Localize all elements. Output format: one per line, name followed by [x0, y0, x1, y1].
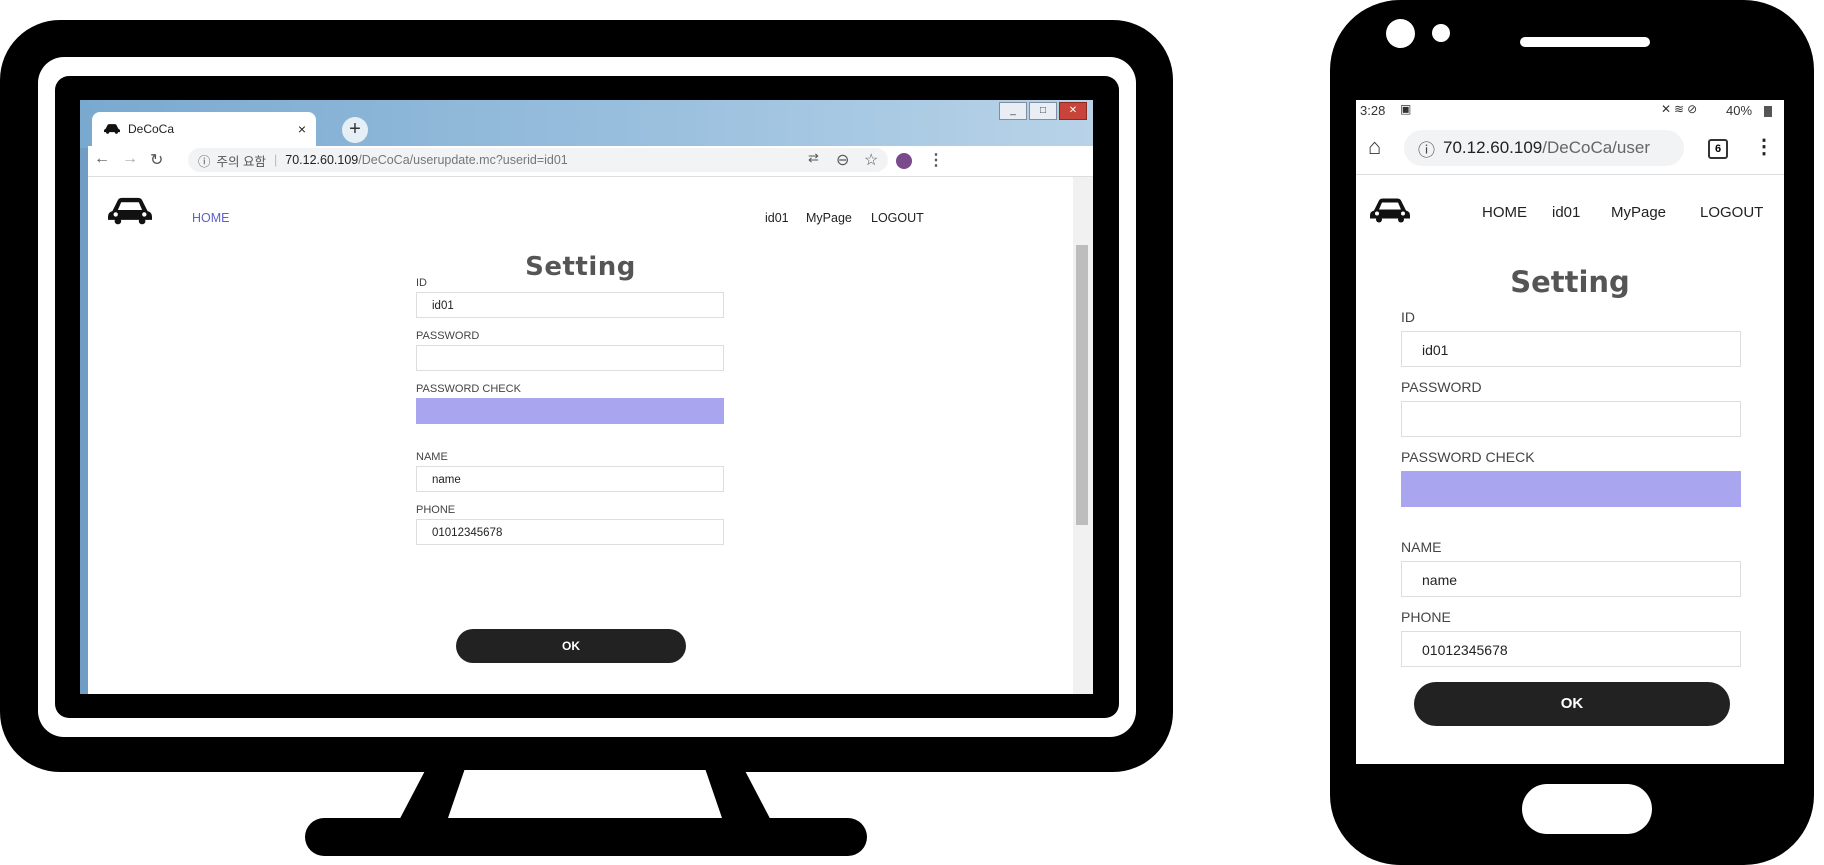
phone-input[interactable]: 01012345678	[1401, 631, 1741, 667]
star-icon[interactable]: ☆	[864, 150, 878, 170]
status-icons: ✕≋⊘	[1661, 102, 1701, 116]
phone-sensor	[1432, 24, 1450, 42]
nav-home-link[interactable]: HOME	[1482, 204, 1527, 221]
nav-mypage-link[interactable]: MyPage	[806, 211, 852, 225]
tab-title: DeCoCa	[128, 122, 175, 136]
omnibox-divider: |	[274, 153, 278, 167]
battery-level: 40%	[1726, 103, 1753, 118]
phone-speaker	[1520, 37, 1650, 47]
close-window-button[interactable]: ✕	[1059, 102, 1087, 120]
info-icon[interactable]: ⓘ	[1418, 136, 1435, 161]
nav-user-link[interactable]: id01	[765, 211, 789, 225]
info-icon[interactable]: ⓘ	[198, 151, 211, 170]
site-logo-car-icon[interactable]	[1370, 196, 1410, 228]
phone-input[interactable]: 01012345678	[416, 519, 724, 545]
url-path: /DeCoCa/userupdate.mc?userid=id01	[358, 153, 568, 167]
scrollbar-thumb[interactable]	[1076, 245, 1088, 525]
nav-user-link[interactable]: id01	[1552, 204, 1580, 221]
nav-mypage-link[interactable]: MyPage	[1611, 204, 1666, 221]
monitor-stand-base	[305, 818, 867, 856]
back-arrow-icon[interactable]: ←	[94, 150, 110, 168]
desktop-browser-window: _ □ ✕ DeCoCa × + ← → ↻ ⓘ 주의 요함 | 70.12.6…	[80, 100, 1093, 694]
security-warning: 주의 요함	[216, 154, 266, 169]
profile-avatar-icon[interactable]	[896, 153, 912, 169]
status-bar: 3:28 ▣ ✕≋⊘ 40%	[1356, 100, 1784, 124]
mobile-browser-screen: 3:28 ▣ ✕≋⊘ 40% ⌂ ⓘ 70.12.60.109/DeCoCa/u…	[1356, 100, 1784, 764]
battery-icon	[1764, 106, 1772, 117]
minimize-button[interactable]: _	[999, 102, 1027, 120]
password-check-input[interactable]	[416, 398, 724, 424]
mobile-url-path: /DeCoCa/user	[1542, 138, 1650, 157]
tab-close-icon[interactable]: ×	[298, 121, 306, 137]
menu-kebab-icon[interactable]: ⋮	[1754, 134, 1774, 159]
password-check-label: PASSWORD CHECK	[416, 383, 521, 395]
name-input[interactable]: name	[1401, 561, 1741, 597]
reload-icon[interactable]: ↻	[150, 150, 163, 170]
new-tab-button[interactable]: +	[342, 117, 368, 143]
ok-button[interactable]: OK	[456, 629, 686, 663]
menu-kebab-icon[interactable]: ⋮	[928, 150, 944, 170]
password-label: PASSWORD	[416, 330, 480, 342]
desktop-page: HOME id01 MyPage LOGOUT Setting ID id01 …	[88, 177, 1073, 694]
window-controls: _ □ ✕	[999, 102, 1087, 120]
id-input[interactable]: id01	[416, 292, 724, 318]
site-logo-car-icon[interactable]	[108, 195, 152, 230]
id-label: ID	[416, 277, 427, 289]
mobile-url-bar: ⌂ ⓘ 70.12.60.109/DeCoCa/user 6 ⋮	[1356, 124, 1784, 175]
id-input[interactable]: id01	[1401, 331, 1741, 367]
mobile-address-bar[interactable]: ⓘ 70.12.60.109/DeCoCa/user	[1404, 130, 1684, 166]
url-host: 70.12.60.109	[285, 153, 359, 167]
phone-label: PHONE	[416, 504, 456, 516]
password-input[interactable]	[416, 345, 724, 371]
nav-logout-link[interactable]: LOGOUT	[871, 211, 924, 225]
browser-tab[interactable]: DeCoCa ×	[92, 112, 316, 146]
image-notification-icon: ▣	[1400, 102, 1412, 116]
zoom-icon[interactable]: ⊖	[836, 150, 849, 170]
status-time: 3:28	[1360, 103, 1386, 118]
monitor-stand-gap	[448, 770, 722, 818]
maximize-button[interactable]: □	[1029, 102, 1057, 120]
phone-label: PHONE	[1401, 609, 1451, 625]
ok-button[interactable]: OK	[1414, 682, 1730, 726]
tab-switcher-button[interactable]: 6	[1708, 139, 1728, 159]
home-icon[interactable]: ⌂	[1368, 134, 1381, 160]
name-label: NAME	[416, 451, 448, 463]
mobile-url-host: 70.12.60.109	[1443, 138, 1543, 157]
password-input[interactable]	[1401, 401, 1741, 437]
nav-logout-link[interactable]: LOGOUT	[1700, 204, 1763, 221]
password-check-input[interactable]	[1401, 471, 1741, 507]
address-bar[interactable]: ⓘ 주의 요함 | 70.12.60.109/DeCoCa/userupdate…	[188, 148, 888, 172]
phone-home-button[interactable]	[1522, 784, 1652, 834]
password-label: PASSWORD	[1401, 379, 1482, 395]
phone-camera	[1386, 19, 1415, 48]
name-label: NAME	[1401, 539, 1442, 555]
page-title: Setting	[525, 252, 636, 282]
name-input[interactable]: name	[416, 466, 724, 492]
browser-toolbar: ← → ↻ ⓘ 주의 요함 | 70.12.60.109/DeCoCa/user…	[88, 146, 1093, 177]
id-label: ID	[1401, 309, 1415, 325]
page-title: Setting	[1510, 265, 1630, 299]
car-icon	[104, 121, 120, 137]
forward-arrow-icon[interactable]: →	[122, 150, 138, 168]
translate-icon[interactable]: ⇄	[808, 150, 819, 166]
nav-home-link[interactable]: HOME	[192, 211, 230, 225]
password-check-label: PASSWORD CHECK	[1401, 449, 1535, 465]
